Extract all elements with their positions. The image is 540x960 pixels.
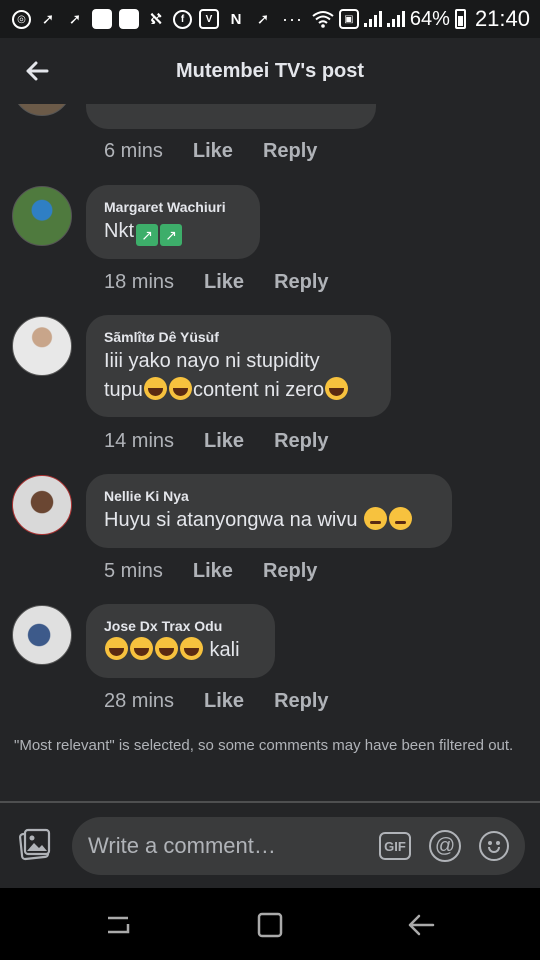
laughing-emoji-icon	[130, 637, 153, 660]
photo-icon	[19, 828, 51, 861]
comment-input[interactable]: Write a comment… GIF @	[72, 817, 525, 875]
reply-button[interactable]: Reply	[274, 690, 328, 713]
battery-icon	[454, 9, 466, 29]
comment-time: 5 mins	[104, 560, 163, 582]
like-button[interactable]: Like	[204, 430, 244, 453]
mention-button[interactable]: @	[429, 830, 461, 862]
chrome-icon: ◎	[12, 9, 31, 29]
more-notifications-icon: ···	[282, 8, 303, 29]
comment-input-placeholder: Write a comment…	[88, 833, 276, 858]
like-button[interactable]: Like	[204, 690, 244, 713]
like-button[interactable]: Like	[193, 560, 233, 583]
comment-text: Iiii yako nayo ni stupidity tupu content …	[104, 347, 373, 405]
signal-icon	[363, 11, 382, 27]
avatar[interactable]	[12, 605, 72, 665]
app-notification-icon: ➚	[256, 11, 270, 28]
clock: 21:40	[474, 6, 530, 31]
notification-icons: ◎ ➚ ➚ ℵ f V N ➚ ···	[12, 9, 312, 30]
app-notification-icon: ➚	[41, 11, 55, 28]
home-icon	[257, 912, 283, 938]
app-header: Mutembei TV's post	[0, 38, 540, 104]
avatar[interactable]	[12, 316, 72, 376]
app-square-icon	[119, 9, 139, 29]
laughing-emoji-icon	[143, 377, 167, 400]
wifi-icon	[312, 11, 334, 28]
commenter-name[interactable]: Margaret Wachiuri	[104, 197, 242, 217]
smiley-icon	[488, 847, 500, 853]
comment-text: Nkt ↗ ↗	[104, 217, 242, 246]
comment-actions: 5 mins Like Reply	[104, 560, 317, 583]
data-saver-icon: ▣	[338, 9, 359, 29]
reply-button[interactable]: Reply	[274, 271, 328, 294]
comment-bubble	[86, 104, 376, 129]
comment-bubble: Jose Dx Trax Odu kali	[86, 604, 275, 678]
thinking-emoji-icon	[364, 507, 388, 530]
comment-text: kali	[104, 636, 257, 665]
laughing-emoji-icon	[325, 377, 349, 400]
vpn-icon: V	[199, 9, 219, 29]
reply-button[interactable]: Reply	[263, 140, 317, 163]
commenter-name[interactable]: Jose Dx Trax Odu	[104, 616, 257, 636]
emoji-button[interactable]	[479, 831, 509, 861]
recent-apps-icon	[108, 916, 130, 934]
rofl-emoji-icon	[105, 637, 128, 660]
filter-note: "Most relevant" is selected, so some com…	[14, 737, 514, 754]
home-button[interactable]	[256, 911, 284, 939]
back-arrow-icon	[26, 61, 49, 81]
add-photo-button[interactable]	[16, 827, 52, 863]
comment-time: 28 mins	[104, 690, 175, 712]
comment-time: 18 mins	[104, 271, 175, 293]
like-button[interactable]: Like	[204, 271, 244, 294]
signal-icon	[386, 11, 405, 27]
page-title: Mutembei TV's post	[175, 59, 365, 82]
system-icons: ▣ 64% 21:40	[312, 6, 530, 32]
reply-button[interactable]: Reply	[274, 430, 328, 453]
app-square-icon	[92, 9, 112, 29]
laughing-emoji-icon	[168, 377, 192, 400]
gif-button[interactable]: GIF	[379, 832, 411, 860]
commenter-name[interactable]: Sãmlîtø Dê Yüsùf	[104, 327, 373, 347]
comment-text: Huyu si atanyongwa na wivu	[104, 506, 434, 535]
laughing-emoji-icon	[180, 637, 203, 660]
like-button[interactable]: Like	[193, 140, 233, 163]
back-icon	[408, 914, 435, 936]
status-bar: ◎ ➚ ➚ ℵ f V N ➚ ··· ▣ 64% 21:40	[0, 0, 540, 38]
thinking-emoji-icon	[389, 507, 413, 530]
avatar[interactable]	[12, 475, 72, 535]
comment-time: 6 mins	[104, 140, 163, 162]
comment-bubble: Nellie Ki Nya Huyu si atanyongwa na wivu	[86, 474, 452, 548]
avatar[interactable]	[12, 186, 72, 246]
comment-actions: 6 mins Like Reply	[104, 140, 317, 163]
back-button[interactable]	[22, 56, 52, 86]
app-notification-icon: ➚	[68, 11, 82, 28]
commenter-name[interactable]: Nellie Ki Nya	[104, 486, 434, 506]
emoji-icon: ↗	[160, 224, 182, 246]
laughing-emoji-icon	[155, 637, 178, 660]
news-icon: N	[230, 10, 242, 28]
avatar[interactable]	[12, 104, 72, 116]
battery-percent: 64%	[409, 7, 450, 30]
facebook-icon: f	[173, 9, 192, 29]
comment-actions: 28 mins Like Reply	[104, 690, 329, 713]
emoji-icon: ↗	[136, 224, 158, 246]
comment-time: 14 mins	[104, 430, 175, 452]
comment-bubble: Sãmlîtø Dê Yüsùf Iiii yako nayo ni stupi…	[86, 315, 391, 417]
comments-list[interactable]: 6 mins Like Reply Margaret Wachiuri Nkt ↗…	[0, 104, 540, 800]
comment-actions: 18 mins Like Reply	[104, 271, 329, 294]
system-back-button[interactable]	[407, 911, 435, 939]
comment-actions: 14 mins Like Reply	[104, 430, 329, 453]
comment-bubble: Margaret Wachiuri Nkt ↗ ↗	[86, 185, 260, 259]
app-notification-icon: ℵ	[150, 11, 162, 28]
recent-apps-button[interactable]	[105, 912, 131, 938]
reply-button[interactable]: Reply	[263, 560, 317, 583]
